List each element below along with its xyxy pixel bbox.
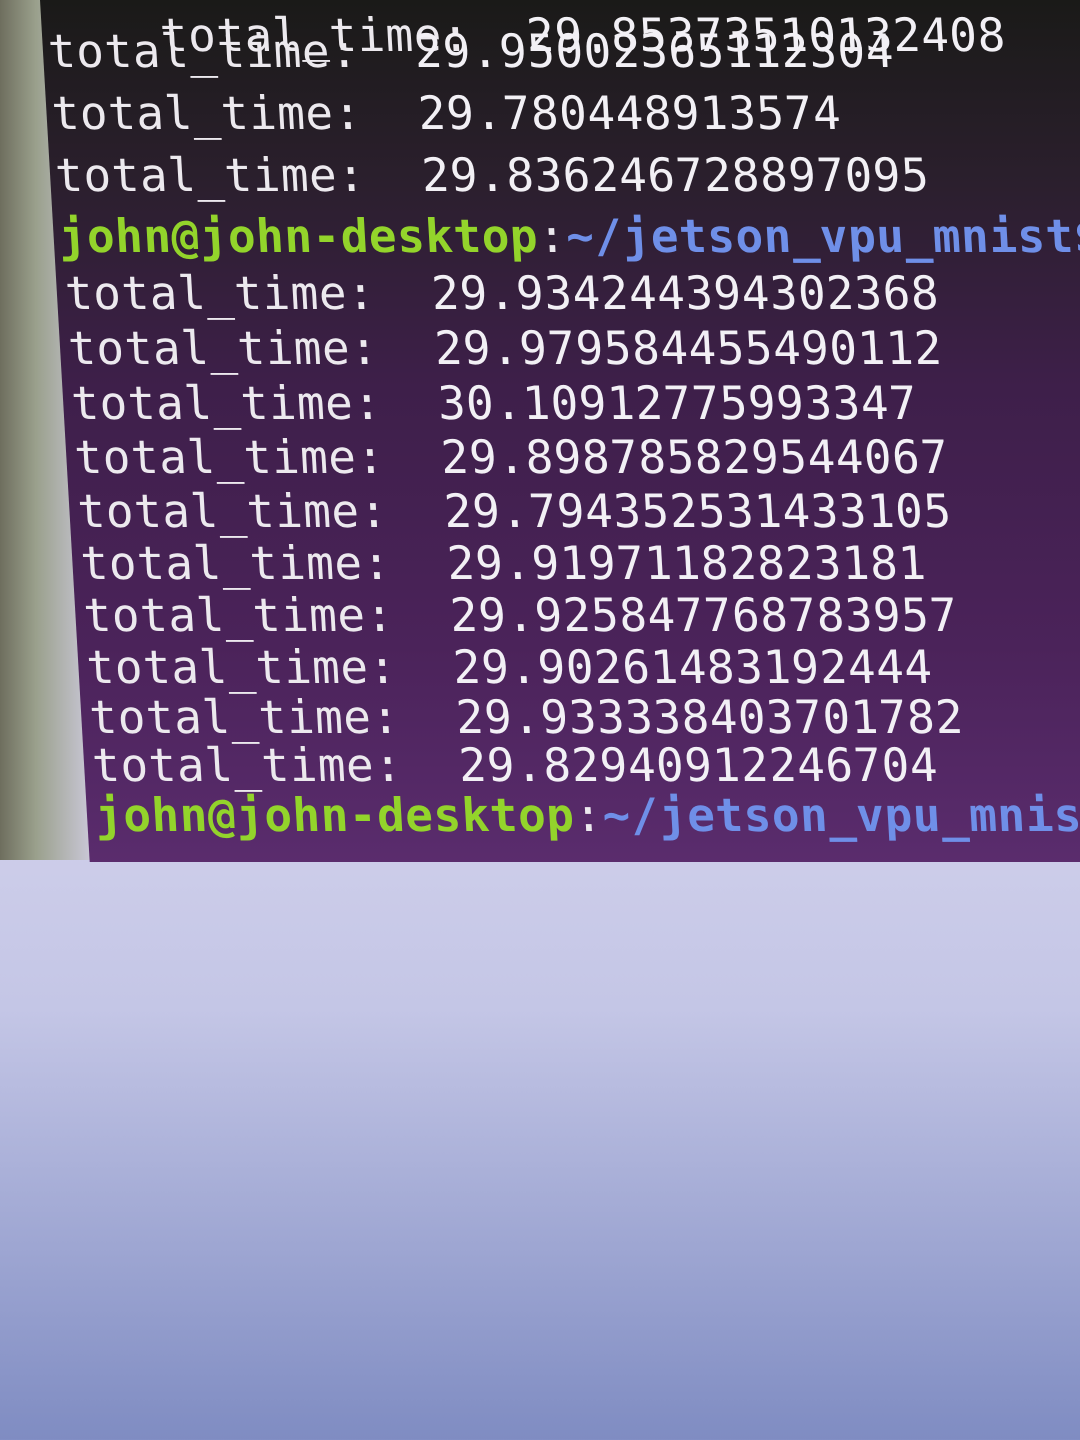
output-value: 29.898785829544067 [439, 430, 950, 484]
output-value: 29.95002365112304 [412, 24, 896, 78]
output-value: 29.934244394302368 [429, 266, 941, 320]
output-line: total_time: 29.90261483192444 [85, 640, 934, 694]
output-line: total_time: 29.95002365112304 [46, 24, 895, 78]
output-label: total_time: [78, 536, 393, 590]
output-label: total_time: [75, 484, 390, 538]
output-label: total_time: [69, 376, 383, 430]
output-line: total_time: 29.934244394302368 [63, 266, 940, 320]
shell-prompt: john@john-desktop:~/jetson_vpu_mnist$ [93, 788, 1080, 842]
output-label: total_time: [66, 321, 380, 375]
prompt-user-host: john@john-desktop [93, 788, 576, 842]
output-value: 29.925847768783957 [448, 588, 960, 642]
output-value: 29.979584455490112 [433, 321, 944, 375]
shell-prompt: john@john-desktop:~/jetson_vpu_mnist$ [57, 209, 1080, 263]
output-line: total_time: 29.82940912246704 [91, 738, 940, 792]
output-value: 29.91971182823181 [445, 536, 928, 590]
output-label: total_time: [90, 738, 404, 792]
output-label: total_time: [84, 640, 399, 694]
output-label: total_time: [63, 266, 377, 320]
prompt-path: ~/jetson_vpu_mnist$ [600, 788, 1080, 842]
terminal-window[interactable]: total_time: 29.85373510132408 total_time… [40, 0, 1080, 862]
output-line: total_time: 29.898785829544067 [73, 430, 950, 484]
output-value: 29.836246728897095 [420, 148, 931, 202]
prompt-colon: : [572, 788, 605, 842]
output-line: total_time: 29.933338403701782 [88, 690, 965, 744]
prompt-path: ~/jetson_vpu_mnist$ [564, 209, 1080, 263]
output-label: total_time: [53, 148, 367, 202]
output-line: total_time: 29.836246728897095 [54, 148, 931, 202]
output-line: total_time: 29.925847768783957 [82, 588, 959, 642]
output-line: total_time: 30.10912775993347 [70, 376, 919, 430]
prompt-user-host: john@john-desktop [57, 209, 540, 263]
output-value: 29.780448913574 [416, 86, 843, 140]
output-value: 30.10912775993347 [436, 376, 919, 430]
output-value: 29.90261483192444 [451, 640, 934, 694]
output-line: total_time: 29.979584455490112 [67, 321, 944, 375]
output-line: total_time: 29.780448913574 [50, 86, 843, 140]
output-label: total_time: [81, 588, 396, 642]
output-value: 29.794352531433105 [442, 484, 954, 538]
output-label: total_time: [49, 86, 364, 140]
output-label: total_time: [87, 690, 402, 744]
prompt-colon: : [536, 209, 568, 263]
output-value: 29.82940912246704 [457, 738, 940, 792]
output-value: 29.933338403701782 [454, 690, 965, 744]
output-line: total_time: 29.91971182823181 [79, 536, 928, 590]
output-label: total_time: [72, 430, 387, 484]
output-line: total_time: 29.794352531433105 [76, 484, 953, 538]
output-label: total_time: [46, 24, 360, 78]
